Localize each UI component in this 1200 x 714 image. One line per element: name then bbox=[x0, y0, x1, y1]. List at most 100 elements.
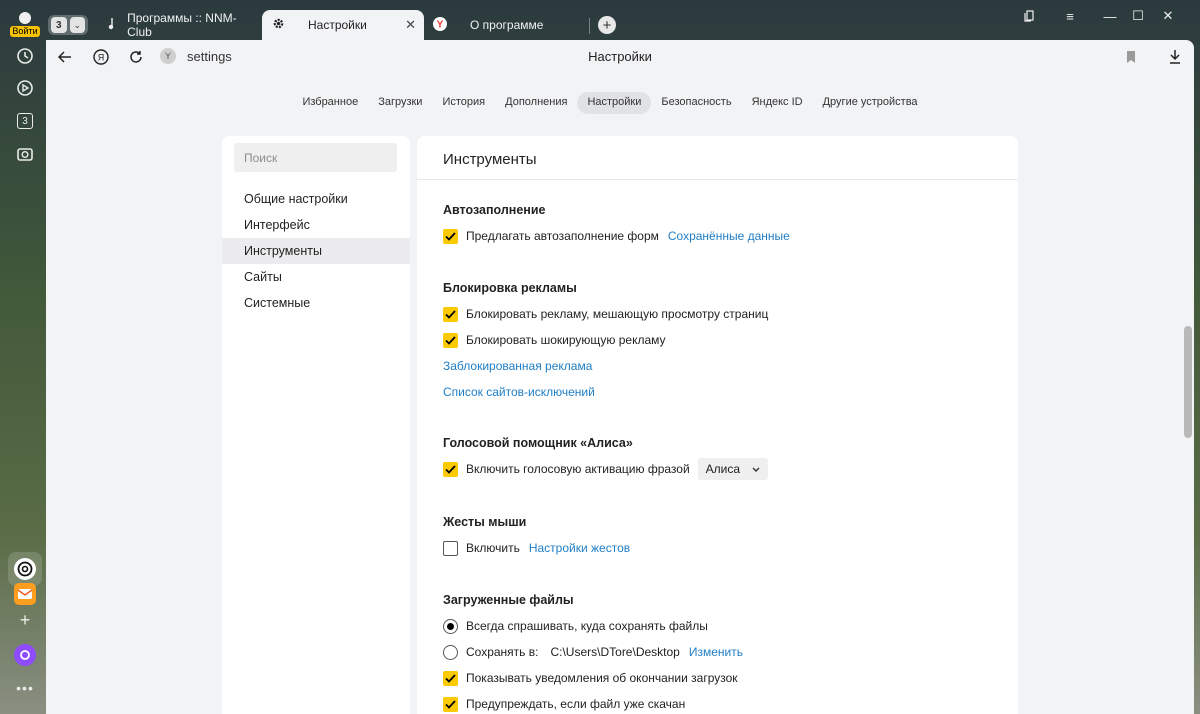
settings-search-input[interactable] bbox=[234, 143, 397, 172]
exceptions-link[interactable]: Список сайтов-исключений bbox=[443, 383, 595, 401]
voice-activation-row: Включить голосовую активацию фразой Алис… bbox=[443, 458, 769, 480]
page-scrollbar[interactable] bbox=[1182, 72, 1194, 714]
voice-activation-checkbox[interactable] bbox=[443, 461, 458, 477]
close-window-icon[interactable]: ✕ bbox=[1148, 6, 1188, 26]
more-icon[interactable]: ••• bbox=[14, 677, 36, 699]
sidebar-item-tools[interactable]: Инструменты bbox=[222, 238, 410, 264]
close-icon[interactable]: ✕ bbox=[405, 17, 416, 33]
settings-nav-devices[interactable]: Другие устройства bbox=[813, 92, 928, 114]
tab-counter-icon[interactable]: 3 bbox=[14, 110, 36, 132]
saved-data-link[interactable]: Сохранённые данные bbox=[668, 229, 790, 243]
mail-icon[interactable] bbox=[14, 583, 36, 605]
always-ask-row: Всегда спрашивать, куда сохранять файлы bbox=[443, 617, 708, 635]
notify-checkbox[interactable] bbox=[443, 670, 458, 686]
downloads-title: Загруженные файлы bbox=[443, 593, 574, 607]
page-title: Настройки bbox=[588, 49, 652, 64]
settings-nav-history[interactable]: История bbox=[432, 92, 495, 114]
alice-title: Голосовой помощник «Алиса» bbox=[443, 436, 633, 450]
check-icon bbox=[445, 231, 456, 241]
voice-activation-label: Включить голосовую активацию фразой bbox=[466, 462, 690, 476]
always-ask-radio[interactable] bbox=[443, 618, 458, 634]
section-heading: Инструменты bbox=[443, 151, 537, 168]
gestures-title: Жесты мыши bbox=[443, 515, 527, 529]
autofill-row: Предлагать автозаполнение форм Сохранённ… bbox=[443, 227, 790, 245]
notify-row: Показывать уведомления об окончании загр… bbox=[443, 669, 738, 687]
page-favicon-icon bbox=[104, 17, 119, 33]
sidebar-item-sites[interactable]: Сайты bbox=[222, 264, 410, 290]
scrollbar-thumb[interactable] bbox=[1184, 326, 1192, 438]
settings-nav-yandex-id[interactable]: Яндекс ID bbox=[742, 92, 813, 114]
gesture-settings-link[interactable]: Настройки жестов bbox=[529, 541, 630, 555]
check-icon bbox=[445, 673, 456, 683]
yandex-icon: Y bbox=[432, 16, 448, 34]
clock-icon[interactable] bbox=[14, 45, 36, 67]
settings-nav-security[interactable]: Безопасность bbox=[651, 92, 741, 114]
warn-label: Предупреждать, если файл уже скачан bbox=[466, 697, 686, 711]
main-header: Инструменты bbox=[417, 136, 1018, 180]
tab-manager-icon[interactable] bbox=[1010, 6, 1050, 26]
settings-nav-settings[interactable]: Настройки bbox=[577, 92, 652, 114]
alice-icon[interactable] bbox=[14, 644, 36, 666]
blocked-ads-link[interactable]: Заблокированная реклама bbox=[443, 357, 592, 375]
save-path: C:\Users\DTore\Desktop bbox=[550, 645, 680, 659]
block-shocking-row: Блокировать шокирующую рекламу bbox=[443, 331, 666, 349]
tab-title: Настройки bbox=[308, 18, 367, 32]
activation-phrase-value: Алиса bbox=[705, 462, 741, 476]
tab-separator bbox=[589, 18, 590, 34]
new-tab-button[interactable]: + bbox=[598, 16, 616, 34]
autofill-checkbox[interactable] bbox=[443, 228, 458, 244]
screenshot-icon[interactable] bbox=[14, 143, 36, 165]
check-icon bbox=[445, 464, 456, 474]
radio-dot bbox=[447, 622, 454, 630]
settings-nav: Избранное Загрузки История Дополнения На… bbox=[46, 92, 1174, 114]
settings-nav-favorites[interactable]: Избранное bbox=[292, 92, 368, 114]
gestures-checkbox[interactable] bbox=[443, 540, 458, 556]
gestures-label: Включить bbox=[466, 541, 520, 555]
save-to-radio[interactable] bbox=[443, 644, 458, 660]
address-bar: Я Y settings Настройки bbox=[46, 40, 1194, 72]
bookmark-icon[interactable] bbox=[1120, 46, 1142, 68]
settings-sidebar: Общие настройки Интерфейс Инструменты Са… bbox=[222, 136, 410, 714]
play-icon[interactable] bbox=[14, 77, 36, 99]
tab-title: Программы :: NNM-Club bbox=[127, 11, 237, 39]
tab-settings[interactable]: Настройки ✕ bbox=[262, 10, 424, 40]
tab-count: 3 bbox=[51, 17, 67, 33]
tab-title: О программе bbox=[470, 18, 544, 32]
change-path-link[interactable]: Изменить bbox=[689, 645, 743, 659]
settings-main-panel: Инструменты Автозаполнение Предлагать ав… bbox=[417, 136, 1018, 714]
login-button[interactable]: Войти bbox=[10, 12, 40, 40]
sidebar-item-general[interactable]: Общие настройки bbox=[222, 186, 410, 212]
notify-label: Показывать уведомления об окончании загр… bbox=[466, 671, 738, 685]
svg-text:Y: Y bbox=[437, 19, 444, 30]
block-intrusive-checkbox[interactable] bbox=[443, 306, 458, 322]
settings-nav-downloads[interactable]: Загрузки bbox=[368, 92, 432, 114]
activation-phrase-select[interactable]: Алиса bbox=[697, 458, 769, 480]
download-icon[interactable] bbox=[1164, 46, 1186, 68]
browser-sidebar: Войти 3 + ••• bbox=[0, 0, 46, 714]
browser-window: Я Y settings Настройки Избранное Загрузк… bbox=[46, 40, 1194, 714]
warn-checkbox[interactable] bbox=[443, 696, 458, 712]
check-icon bbox=[445, 699, 456, 709]
chatgpt-icon[interactable] bbox=[14, 558, 36, 580]
gestures-row: Включить Настройки жестов bbox=[443, 539, 630, 557]
tab-about[interactable]: Y О программе bbox=[432, 10, 582, 40]
block-intrusive-label: Блокировать рекламу, мешающую просмотру … bbox=[466, 307, 769, 321]
sidebar-item-system[interactable]: Системные bbox=[222, 290, 410, 316]
gear-icon bbox=[270, 17, 286, 33]
tab-bar: 3 ⌄ Программы :: NNM-Club Настройки ✕ Y … bbox=[46, 0, 1200, 40]
warn-row: Предупреждать, если файл уже скачан bbox=[443, 695, 685, 713]
add-icon[interactable]: + bbox=[14, 609, 36, 631]
always-ask-label: Всегда спрашивать, куда сохранять файлы bbox=[466, 619, 708, 633]
settings-nav-extensions[interactable]: Дополнения bbox=[495, 92, 577, 114]
menu-icon[interactable]: ≡ bbox=[1050, 6, 1090, 26]
autofill-title: Автозаполнение bbox=[443, 203, 546, 217]
block-shocking-checkbox[interactable] bbox=[443, 332, 458, 348]
autofill-label: Предлагать автозаполнение форм bbox=[466, 229, 659, 243]
sidebar-item-interface[interactable]: Интерфейс bbox=[222, 212, 410, 238]
tab-counter-button[interactable]: 3 ⌄ bbox=[48, 15, 88, 35]
check-icon bbox=[445, 335, 456, 345]
tab-nnm-club[interactable]: Программы :: NNM-Club bbox=[104, 10, 254, 40]
save-to-label: Сохранять в: bbox=[466, 645, 539, 659]
check-icon bbox=[445, 309, 456, 319]
tab-counter-value: 3 bbox=[17, 113, 33, 129]
